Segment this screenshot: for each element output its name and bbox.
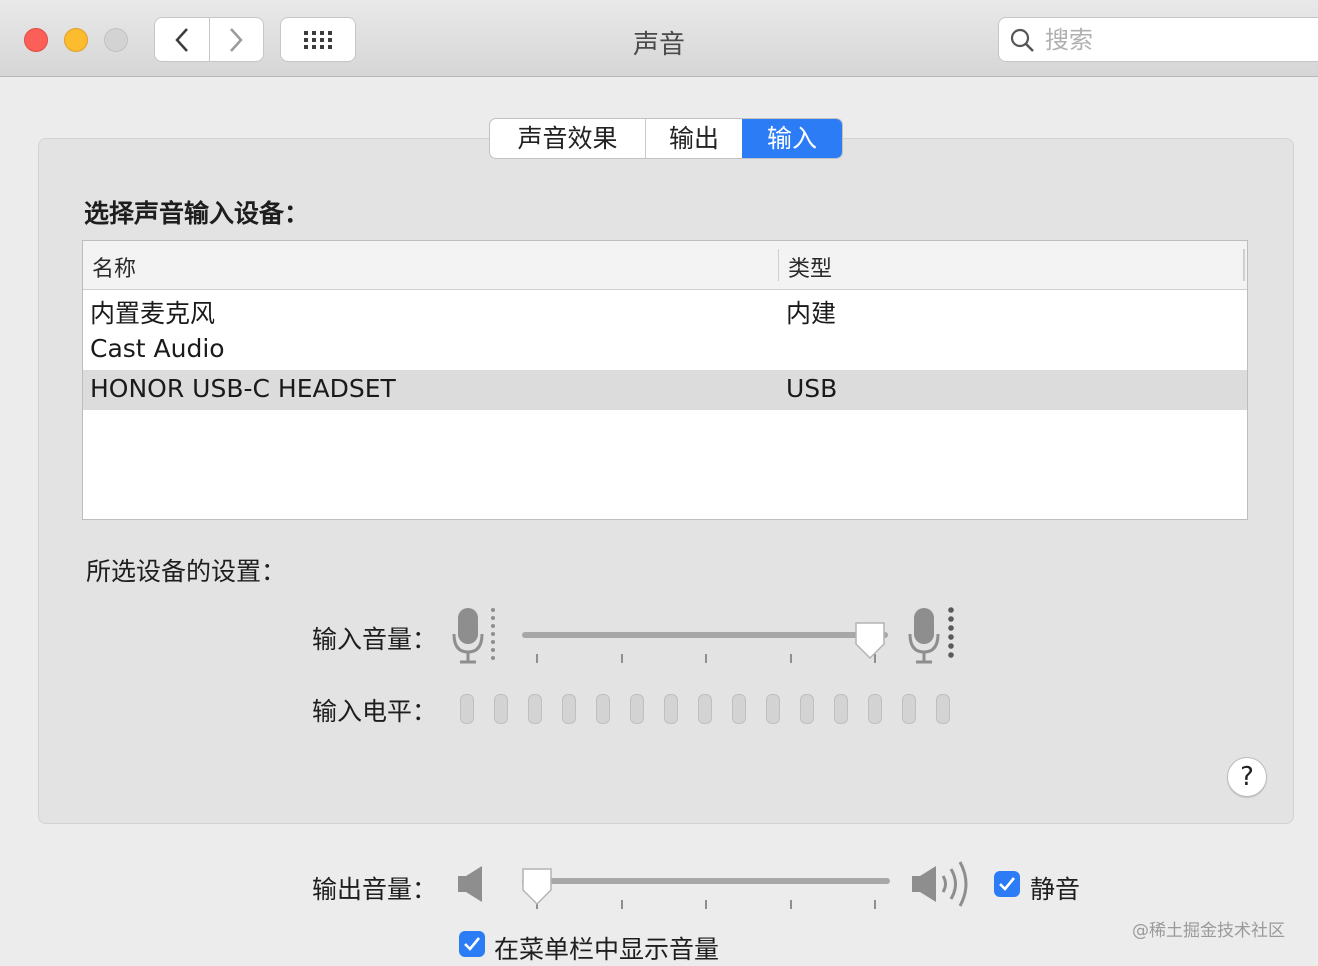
level-segment [766,694,780,724]
level-segment [732,694,746,724]
device-name: Cast Audio [90,334,225,363]
microphone-high-icon [908,607,954,664]
slider-tick [621,654,623,663]
level-segment [562,694,576,724]
speaker-low-icon [458,866,482,902]
tab-input[interactable]: 输入 [742,119,842,158]
output-volume-label: 输出音量： [312,875,438,904]
checkmark-icon [999,877,1016,891]
level-segment [698,694,712,724]
level-segment [630,694,644,724]
search-input[interactable] [1043,24,1287,55]
slider-tick [790,900,792,909]
show-in-menubar-label[interactable]: 在菜单栏中显示音量 [494,930,719,966]
help-button[interactable]: ? [1227,757,1267,797]
table-row[interactable]: 内置麦克风 内建 [83,290,1247,330]
column-header-name[interactable]: 名称 [92,251,136,283]
device-name: HONOR USB-C HEADSET [90,374,396,403]
input-volume-track[interactable] [522,632,888,638]
input-volume-thumb[interactable] [853,620,887,662]
checkmark-icon [464,937,481,951]
input-device-table: 名称 类型 内置麦克风 内建 Cast Audio HONOR USB-C HE… [82,240,1248,520]
device-list-heading: 选择声音输入设备： [84,199,310,228]
slider-tick [705,654,707,663]
slider-tick [874,900,876,909]
level-segment [460,694,474,724]
level-segment [528,694,542,724]
speaker-high-icon [912,861,968,907]
slider-tick [705,900,707,909]
device-settings-heading: 所选设备的设置： [86,557,287,586]
level-segment [868,694,882,724]
search-field[interactable] [998,17,1318,62]
column-divider [1243,249,1245,281]
level-segment [834,694,848,724]
slider-tick [790,654,792,663]
level-segment [494,694,508,724]
output-volume-track[interactable] [522,878,890,884]
mute-label[interactable]: 静音 [1030,870,1080,906]
input-volume-label: 输入音量： [312,625,438,654]
column-divider[interactable] [778,249,779,281]
device-name: 内置麦克风 [90,299,216,328]
level-segment [664,694,678,724]
search-icon [1010,28,1034,52]
tab-sound-effects[interactable]: 声音效果 [490,119,645,158]
slider-tick [621,900,623,909]
input-level-label: 输入电平： [312,697,438,726]
level-segment [936,694,950,724]
title-bar: 声音 [0,0,1318,77]
watermark: @稀土掘金技术社区 [1132,921,1285,941]
level-segment [800,694,814,724]
slider-tick [536,654,538,663]
output-volume-thumb[interactable] [520,866,554,908]
column-header-type[interactable]: 类型 [788,251,832,283]
device-type: 内建 [786,299,837,328]
table-header: 名称 类型 [83,241,1247,290]
mute-checkbox[interactable] [994,871,1020,897]
microphone-low-icon [452,608,495,664]
device-type: USB [786,374,838,403]
level-segment [902,694,916,724]
table-row-selected[interactable]: HONOR USB-C HEADSET USB [83,370,1247,410]
tab-output[interactable]: 输出 [645,119,742,158]
level-segment [596,694,610,724]
tab-bar: 声音效果 输出 输入 [489,118,843,159]
table-row[interactable]: Cast Audio [83,330,1247,370]
show-in-menubar-checkbox[interactable] [459,931,485,957]
